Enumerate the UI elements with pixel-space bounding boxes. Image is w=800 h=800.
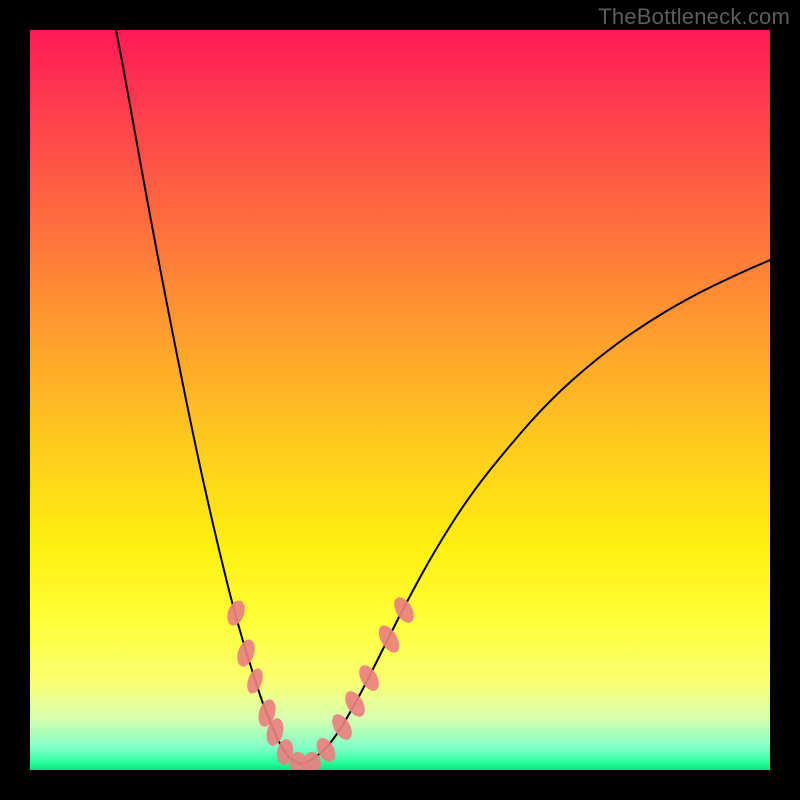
watermark-text: TheBottleneck.com [598,4,790,30]
marker-13 [390,594,418,626]
marker-9 [328,711,356,743]
curve-left-branch [112,30,300,764]
marker-10 [341,688,369,720]
marker-12 [375,622,404,656]
marker-1 [234,637,258,669]
marker-0 [224,598,248,628]
marker-11 [355,662,383,694]
marker-2 [244,666,265,695]
plot-area [30,30,770,770]
curve-svg [30,30,770,770]
chart-frame: TheBottleneck.com [0,0,800,800]
curve-lines [112,30,770,764]
curve-markers [224,594,418,770]
